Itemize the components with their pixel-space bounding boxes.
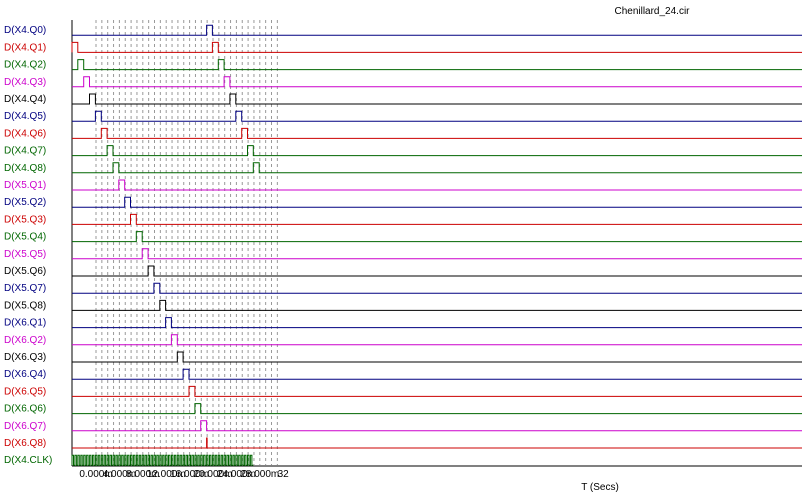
series-trace bbox=[72, 231, 802, 243]
series-trace bbox=[72, 385, 802, 397]
series-label: D(X4.Q8) bbox=[4, 163, 46, 174]
x-axis-label: T (Secs) bbox=[581, 482, 619, 493]
series-trace bbox=[72, 299, 802, 311]
series-trace bbox=[72, 127, 802, 139]
chart-traces bbox=[71, 24, 802, 466]
series-label: D(X4.Q2) bbox=[4, 60, 46, 71]
series-trace bbox=[72, 317, 802, 329]
series-label: D(X5.Q1) bbox=[4, 180, 46, 191]
series-label: D(X6.Q4) bbox=[4, 369, 46, 380]
series-label: D(X4.CLK) bbox=[4, 455, 52, 466]
series-trace bbox=[72, 59, 802, 71]
series-trace bbox=[71, 454, 254, 466]
series-trace bbox=[71, 41, 802, 53]
x-tick-label: 28.000m bbox=[240, 469, 279, 480]
series-label: D(X4.Q5) bbox=[4, 111, 46, 122]
series-trace bbox=[72, 248, 802, 260]
x-tick-label: 32 bbox=[278, 469, 290, 480]
series-trace bbox=[72, 437, 802, 449]
series-trace bbox=[72, 110, 802, 122]
series-label: D(X5.Q6) bbox=[4, 266, 46, 277]
series-label: D(X5.Q5) bbox=[4, 249, 46, 260]
series-trace bbox=[72, 403, 802, 415]
series-trace bbox=[72, 162, 802, 174]
series-label: D(X6.Q7) bbox=[4, 421, 46, 432]
series-trace bbox=[72, 282, 802, 294]
series-label: D(X5.Q2) bbox=[4, 197, 46, 208]
series-label: D(X6.Q1) bbox=[4, 318, 46, 329]
series-label: D(X4.Q3) bbox=[4, 77, 46, 88]
series-label: D(X5.Q3) bbox=[4, 214, 46, 225]
series-trace bbox=[72, 334, 802, 346]
series-label: D(X4.Q6) bbox=[4, 128, 46, 139]
series-label: D(X5.Q4) bbox=[4, 232, 46, 243]
series-label: D(X6.Q8) bbox=[4, 438, 46, 449]
chart-x-tick-labels: 0.000m4.000m8.000m12.000m16.000m20.000m2… bbox=[79, 469, 289, 480]
series-label: D(X4.Q7) bbox=[4, 146, 46, 157]
chart-title: Chenillard_24.cir bbox=[614, 6, 690, 17]
series-trace bbox=[72, 368, 802, 380]
series-label: D(X6.Q6) bbox=[4, 404, 46, 415]
chart-series-labels: D(X4.Q0) D(X4.Q1) D(X4.Q2) D(X4.Q3) D(X4.Q4)… bbox=[4, 25, 52, 466]
series-label: D(X6.Q2) bbox=[4, 335, 46, 346]
series-trace bbox=[72, 24, 802, 36]
logic-timing-chart: D(X4.Q0) D(X4.Q1) D(X4.Q2) D(X4.Q3) D(X4.Q4)… bbox=[4, 6, 802, 493]
series-trace bbox=[72, 93, 802, 105]
series-trace bbox=[72, 265, 802, 277]
series-trace bbox=[72, 145, 802, 157]
series-label: D(X5.Q8) bbox=[4, 300, 46, 311]
series-label: D(X4.Q1) bbox=[4, 42, 46, 53]
series-trace bbox=[72, 213, 802, 225]
series-trace bbox=[72, 179, 802, 191]
series-label: D(X4.Q4) bbox=[4, 94, 46, 105]
series-label: D(X6.Q3) bbox=[4, 352, 46, 363]
series-trace bbox=[72, 420, 802, 432]
series-label: D(X6.Q5) bbox=[4, 386, 46, 397]
series-label: D(X4.Q0) bbox=[4, 25, 46, 36]
series-label: D(X5.Q7) bbox=[4, 283, 46, 294]
series-trace bbox=[72, 76, 802, 88]
series-trace bbox=[72, 196, 802, 208]
series-trace bbox=[72, 351, 802, 363]
